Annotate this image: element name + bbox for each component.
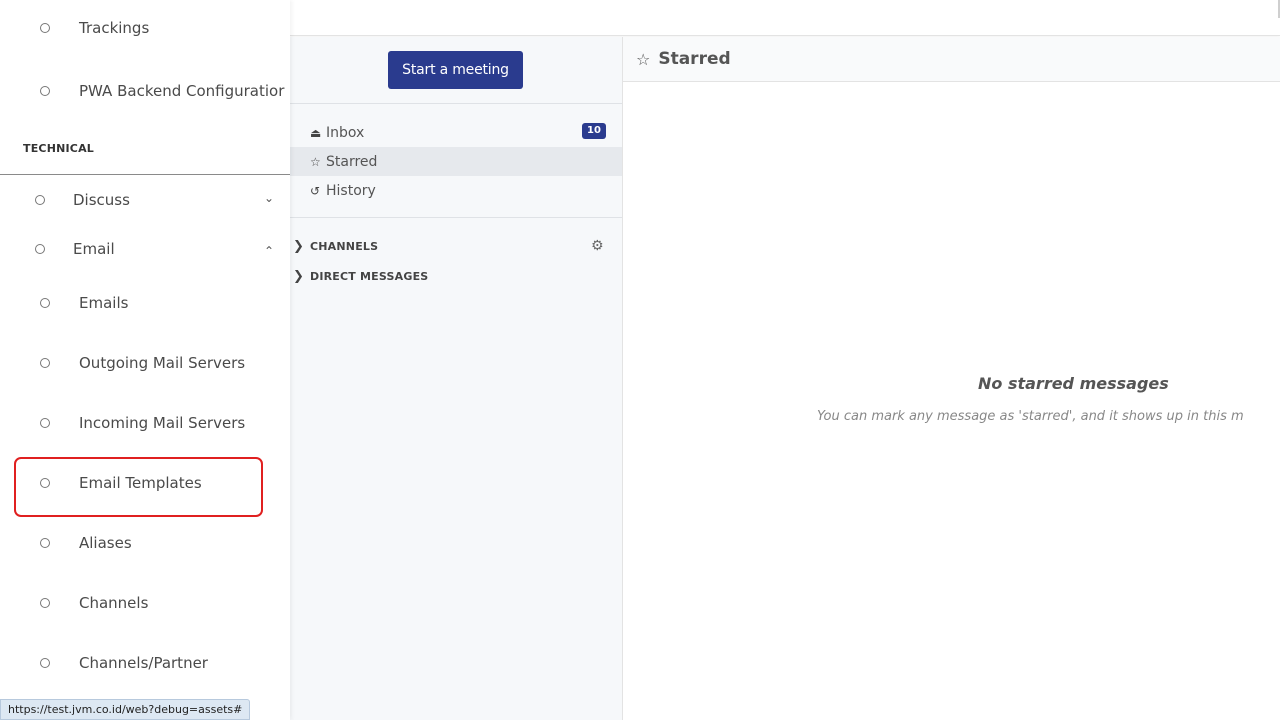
- menu-item-label: Aliases: [79, 534, 132, 552]
- history-icon: ↺: [310, 183, 321, 198]
- empty-state-subtitle: You can mark any message as 'starred', a…: [817, 409, 1244, 424]
- circle-icon: [40, 538, 50, 548]
- mailbox-inbox[interactable]: ⏏ Inbox 10: [290, 118, 622, 147]
- circle-icon: [40, 598, 50, 608]
- menu-item-label: PWA Backend Configuratior: [79, 82, 285, 100]
- menu-item-trackings[interactable]: Trackings: [0, 13, 290, 43]
- menu-group-label: Email: [73, 240, 115, 258]
- thread-title: Starred: [658, 49, 731, 69]
- circle-icon: [40, 358, 50, 368]
- category-list: ❯ CHANNELS ⚙ ❯ DIRECT MESSAGES: [290, 218, 622, 291]
- menu-item-pwa-backend-configuration[interactable]: PWA Backend Configuratior: [0, 76, 290, 106]
- menu-item-label: Outgoing Mail Servers: [79, 354, 246, 372]
- menu-item-channels-partner[interactable]: Channels/Partner: [0, 648, 290, 678]
- app-menu-dropdown: Trackings PWA Backend Configuratior TECH…: [0, 0, 290, 720]
- menu-item-emails[interactable]: Emails: [0, 288, 290, 318]
- chevron-right-icon: ❯: [293, 268, 305, 284]
- circle-icon: [35, 195, 45, 205]
- category-channels[interactable]: ❯ CHANNELS ⚙: [290, 231, 622, 261]
- menu-item-label: Trackings: [79, 19, 150, 37]
- menu-group-discuss[interactable]: Discuss ⌄: [0, 185, 290, 215]
- chevron-right-icon: ❯: [293, 238, 305, 254]
- mailbox-label: Inbox: [326, 124, 365, 141]
- menu-item-aliases[interactable]: Aliases: [0, 528, 290, 558]
- menu-item-incoming-mail-servers[interactable]: Incoming Mail Servers: [0, 408, 290, 438]
- menu-group-label: Discuss: [73, 191, 130, 209]
- circle-icon: [40, 418, 50, 428]
- menu-group-email[interactable]: Email ⌃: [0, 234, 290, 264]
- inbox-icon: ⏏: [310, 125, 322, 140]
- star-icon: ☆: [310, 154, 321, 169]
- menu-item-label: Channels: [79, 594, 149, 612]
- category-direct-messages[interactable]: ❯ DIRECT MESSAGES: [290, 261, 622, 291]
- menu-item-label: Incoming Mail Servers: [79, 414, 246, 432]
- circle-icon: [40, 86, 50, 96]
- circle-icon: [40, 298, 50, 308]
- empty-state-title: No starred messages: [978, 374, 1169, 393]
- mailbox-label: History: [326, 182, 376, 199]
- star-icon: ☆: [636, 49, 651, 69]
- thread-view: ☆ Starred No starred messages You can ma…: [623, 37, 1280, 720]
- discuss-sidebar: Start a meeting ⏏ Inbox 10 ☆ Starred ↺ H…: [290, 37, 623, 720]
- circle-icon: [40, 658, 50, 668]
- divider: [0, 174, 290, 175]
- start-meeting-button[interactable]: Start a meeting: [388, 51, 523, 89]
- status-bar-url: https://test.jvm.co.id/web?debug=assets#: [0, 699, 251, 720]
- highlight-box: [14, 457, 263, 517]
- chevron-up-icon: ⌃: [264, 244, 275, 258]
- section-header-technical: TECHNICAL: [23, 142, 94, 155]
- menu-item-outgoing-mail-servers[interactable]: Outgoing Mail Servers: [0, 348, 290, 378]
- meeting-area: Start a meeting: [290, 37, 622, 104]
- category-label: DIRECT MESSAGES: [310, 269, 429, 283]
- chevron-down-icon: ⌄: [264, 191, 275, 205]
- circle-icon: [35, 244, 45, 254]
- menu-item-channels[interactable]: Channels: [0, 588, 290, 618]
- mailbox-starred[interactable]: ☆ Starred: [290, 147, 622, 176]
- screen: Start a meeting ⏏ Inbox 10 ☆ Starred ↺ H…: [0, 0, 1280, 720]
- menu-item-label: Emails: [79, 294, 129, 312]
- circle-icon: [40, 23, 50, 33]
- thread-header: ☆ Starred: [623, 37, 1280, 82]
- category-label: CHANNELS: [310, 239, 379, 253]
- mailbox-label: Starred: [326, 153, 378, 170]
- gear-icon[interactable]: ⚙: [591, 238, 604, 254]
- inbox-counter-badge: 10: [582, 123, 606, 139]
- mailbox-list: ⏏ Inbox 10 ☆ Starred ↺ History: [290, 104, 622, 218]
- top-navbar: [290, 0, 1280, 36]
- mailbox-history[interactable]: ↺ History: [290, 176, 622, 205]
- menu-item-label: Channels/Partner: [79, 654, 208, 672]
